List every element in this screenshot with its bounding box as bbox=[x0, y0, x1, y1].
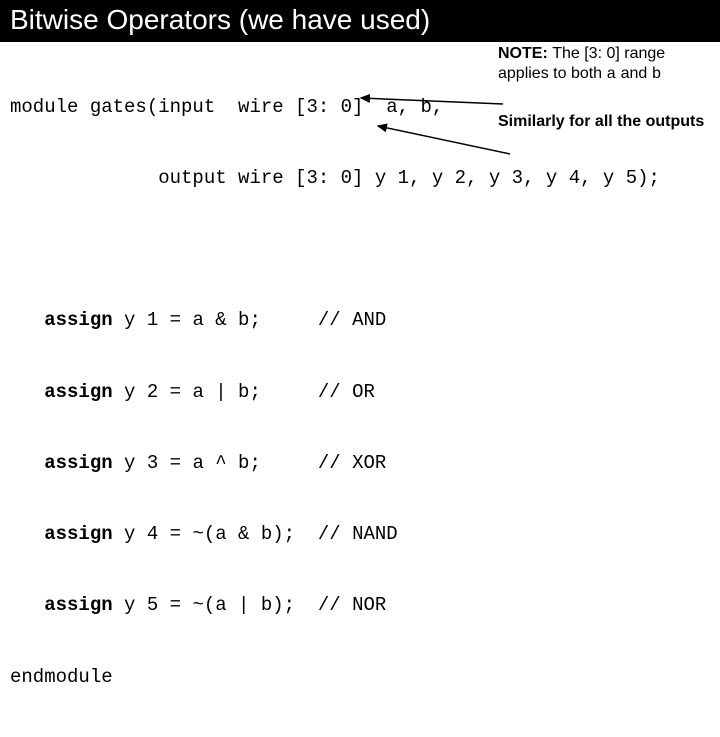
code-module-decl-line2: output wire [3: 0] y 1, y 2, y 3, y 4, y… bbox=[10, 167, 710, 191]
code-endmodule: endmodule bbox=[10, 666, 710, 690]
note-sub-text: Similarly for all the outputs bbox=[498, 112, 708, 132]
code-blank bbox=[10, 238, 710, 262]
slide-content: module gates(input wire [3: 0] a, b, out… bbox=[0, 42, 720, 737]
note-main-text: NOTE: The [3: 0] range applies to both a… bbox=[498, 44, 708, 84]
note-body3: and bbox=[616, 65, 652, 82]
code-assign-nor-rest: y 5 = ~(a | b); // NOR bbox=[113, 594, 387, 616]
code-assign-xor-rest: y 3 = a ^ b; // XOR bbox=[113, 452, 387, 474]
code-assign-nor: assign y 5 = ~(a | b); // NOR bbox=[10, 594, 710, 618]
code-assign-and: assign y 1 = a & b; // AND bbox=[10, 309, 710, 333]
note-body1: The bbox=[552, 45, 584, 62]
slide-title: Bitwise Operators (we have used) bbox=[0, 0, 720, 42]
code-assign-or-rest: y 2 = a | b; // OR bbox=[113, 381, 375, 403]
note-var-a: a bbox=[607, 65, 617, 83]
code-assign-xor: assign y 3 = a ^ b; // XOR bbox=[10, 452, 710, 476]
verilog-code: module gates(input wire [3: 0] a, b, out… bbox=[10, 48, 710, 737]
code-assign-nand-rest: y 4 = ~(a & b); // NAND bbox=[113, 523, 398, 545]
annotation-note: NOTE: The [3: 0] range applies to both a… bbox=[498, 44, 708, 132]
kw-assign: assign bbox=[10, 381, 113, 403]
code-assign-nand: assign y 4 = ~(a & b); // NAND bbox=[10, 523, 710, 547]
code-assign-and-rest: y 1 = a & b; // AND bbox=[113, 309, 387, 331]
kw-assign: assign bbox=[10, 309, 113, 331]
note-prefix: NOTE: bbox=[498, 45, 552, 62]
title-text: Bitwise Operators (we have used) bbox=[10, 4, 430, 35]
note-range: [3: 0] bbox=[584, 45, 620, 62]
kw-assign: assign bbox=[10, 523, 113, 545]
note-var-b: b bbox=[652, 65, 662, 83]
code-assign-or: assign y 2 = a | b; // OR bbox=[10, 381, 710, 405]
kw-assign: assign bbox=[10, 594, 113, 616]
kw-assign: assign bbox=[10, 452, 113, 474]
